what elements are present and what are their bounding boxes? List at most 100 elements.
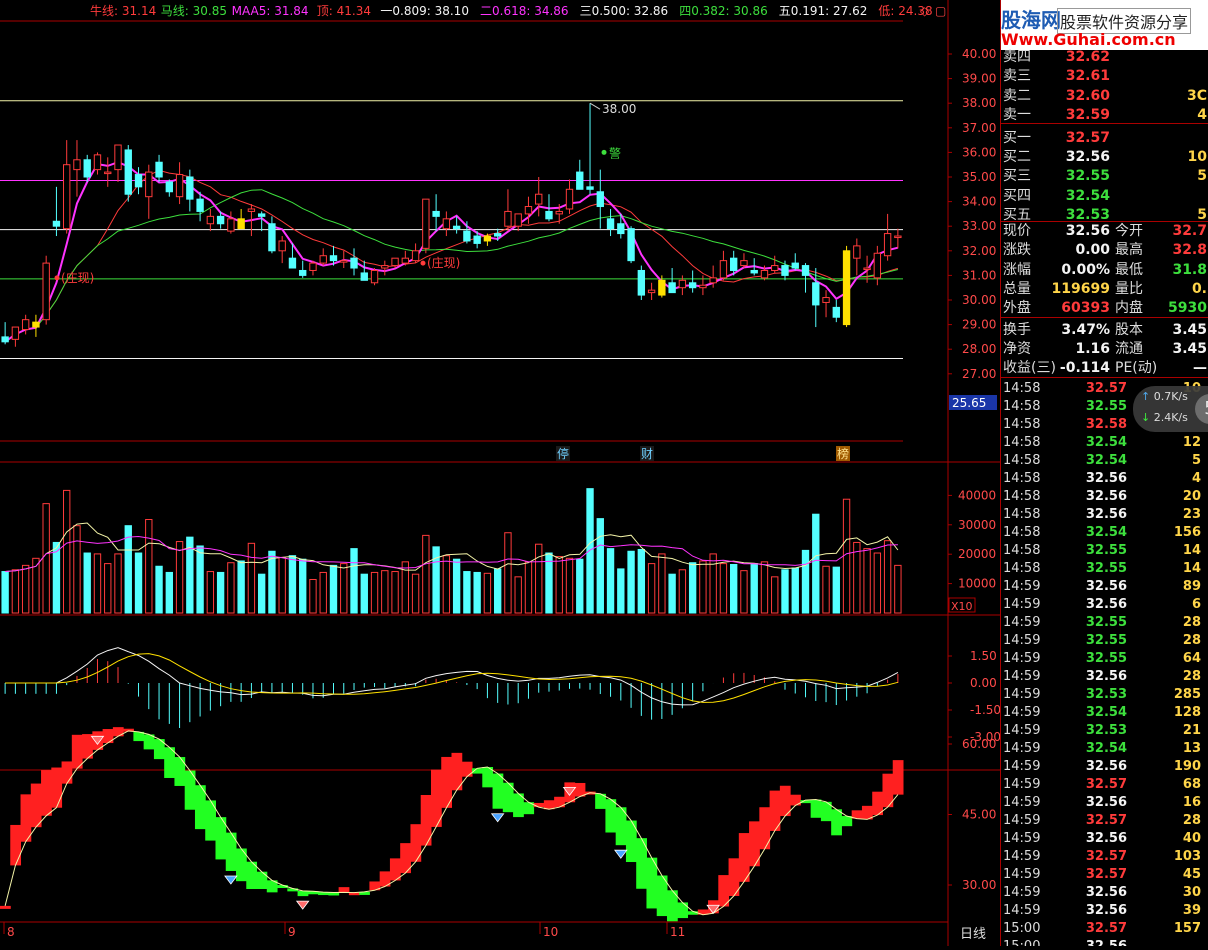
net-speed-widget[interactable]: ↑ 0.7K/s ↓ 2.4K/s 5 [1133,386,1208,432]
tick-row[interactable]: 14:58 32.54 156 [1001,524,1208,542]
volume-bar [391,571,399,614]
quote-panel: 股海网 股票软件资源分享 Www.Guhai.com.cn 卖四 32.62 卖三 3… [1000,0,1208,946]
candle [124,149,132,195]
tick-price: 32.54 [1085,705,1127,720]
tick-price: 32.53 [1085,687,1127,702]
tick-row[interactable]: 14:59 32.56 89 [1001,578,1208,596]
candle [504,210,512,227]
tick-row[interactable]: 14:59 32.56 6 [1001,596,1208,614]
order-level-label: 买四 [1003,187,1031,204]
tick-row[interactable]: 14:58 32.55 14 [1001,542,1208,560]
tick-row[interactable]: 14:59 32.55 64 [1001,650,1208,668]
candle [309,262,317,271]
candle [812,282,820,306]
band-segment [738,833,750,882]
order-level-label: 卖二 [1003,87,1031,104]
volume-bar [124,525,132,614]
candle [565,188,574,210]
tick-row[interactable]: 14:59 32.53 285 [1001,686,1208,704]
candle [483,235,492,242]
volume-bar [740,570,748,614]
band-segment [112,727,124,737]
tick-time: 14:59 [1003,777,1041,792]
order-price: 32.55 [1065,168,1110,185]
candle [791,262,799,269]
tick-row[interactable]: 14:59 32.56 190 [1001,758,1208,776]
tick-row[interactable]: 14:59 32.56 28 [1001,668,1208,686]
quote-row: 涨幅 0.00% 最低 31.8 [1001,261,1208,280]
tick-row[interactable]: 14:58 32.54 12 [1001,434,1208,452]
volume-bar [114,553,122,614]
tick-row[interactable]: 14:59 32.54 13 [1001,740,1208,758]
tick-price: 32.55 [1085,561,1127,576]
tick-time: 14:59 [1003,831,1041,846]
tick-volume: 128 [1173,705,1201,720]
tick-row[interactable]: 14:58 32.54 5 [1001,452,1208,470]
tick-price: 32.56 [1085,795,1127,810]
candle [781,265,789,276]
quote-label-2: 今开 [1115,223,1143,239]
tick-row[interactable]: 14:59 32.55 28 [1001,614,1208,632]
zhuang-label: (庄现) [61,270,94,285]
candle [760,269,769,279]
volume-bar [688,562,697,614]
quote-label: 净资 [1003,340,1031,357]
tick-row[interactable]: 14:59 32.57 45 [1001,866,1208,884]
macd-y-tick-label: 0.00 [970,676,997,690]
candle [1,336,9,343]
quote-label: 换手 [1003,321,1031,338]
candle [842,250,851,326]
volume-y-tick-label: 30000 [958,518,996,532]
tick-row[interactable]: 14:59 32.56 30 [1001,884,1208,902]
candle [145,171,153,198]
candle [175,174,184,198]
order-price: 32.62 [1065,49,1110,65]
indicator-value: 五0.191: 27.62 [779,4,868,18]
tick-time: 14:59 [1003,669,1041,684]
tick-price: 32.55 [1085,543,1127,558]
tick-row[interactable]: 14:58 32.55 14 [1001,560,1208,578]
speed-badge[interactable]: 5 [1195,394,1208,424]
volume-bar [216,571,225,614]
candle [73,159,81,171]
tick-row[interactable]: 14:59 32.56 16 [1001,794,1208,812]
tick-volume: 13 [1182,741,1201,756]
volume-bar [524,561,533,614]
quote-value-2: 32.7 [1172,223,1207,239]
volume-bar [853,541,861,614]
tick-time: 14:58 [1003,381,1041,396]
tick-row[interactable]: 14:58 32.56 20 [1001,488,1208,506]
tick-price: 32.53 [1085,723,1127,738]
band-segment [543,800,555,810]
tick-row[interactable]: 15:00 32.57 157 [1001,920,1208,938]
band-segment [841,816,853,827]
maximize-icon: ▢ [935,4,946,18]
tick-row[interactable]: 14:59 32.55 28 [1001,632,1208,650]
tick-row[interactable]: 14:59 32.57 28 [1001,812,1208,830]
tick-row[interactable]: 15:00 32.56 [1001,938,1208,946]
tick-row[interactable]: 14:58 32.56 4 [1001,470,1208,488]
divider [1001,317,1208,318]
tick-row[interactable]: 14:58 32.56 23 [1001,506,1208,524]
tick-row[interactable]: 14:59 32.54 128 [1001,704,1208,722]
tick-price: 32.55 [1085,633,1127,648]
tick-time: 14:59 [1003,651,1041,666]
tick-time: 14:58 [1003,435,1041,450]
tick-row[interactable]: 14:59 32.53 21 [1001,722,1208,740]
tick-row[interactable]: 14:59 32.56 40 [1001,830,1208,848]
volume-bar [206,571,215,614]
tick-row[interactable]: 14:59 32.56 39 [1001,902,1208,920]
tick-row[interactable]: 14:59 32.57 103 [1001,848,1208,866]
order-level-label: 买二 [1003,149,1031,165]
volume-bar [104,563,112,614]
volume-bar [555,556,563,614]
tick-row[interactable]: 14:59 32.57 68 [1001,776,1208,794]
tick-time: 14:58 [1003,561,1041,576]
x-tick-label: 8 [7,925,15,939]
volume-bar [340,563,348,614]
tick-volume: 4 [1191,471,1201,486]
candle [452,225,461,230]
candle [699,284,707,289]
quote-row: 收益(三) -0.114 PE(动) — [1001,359,1208,378]
chart-canvas[interactable]: 牛线: 31.14 马线: 30.85 MAA5: 31.84 顶: 41.34 一0.… [0,0,1001,946]
